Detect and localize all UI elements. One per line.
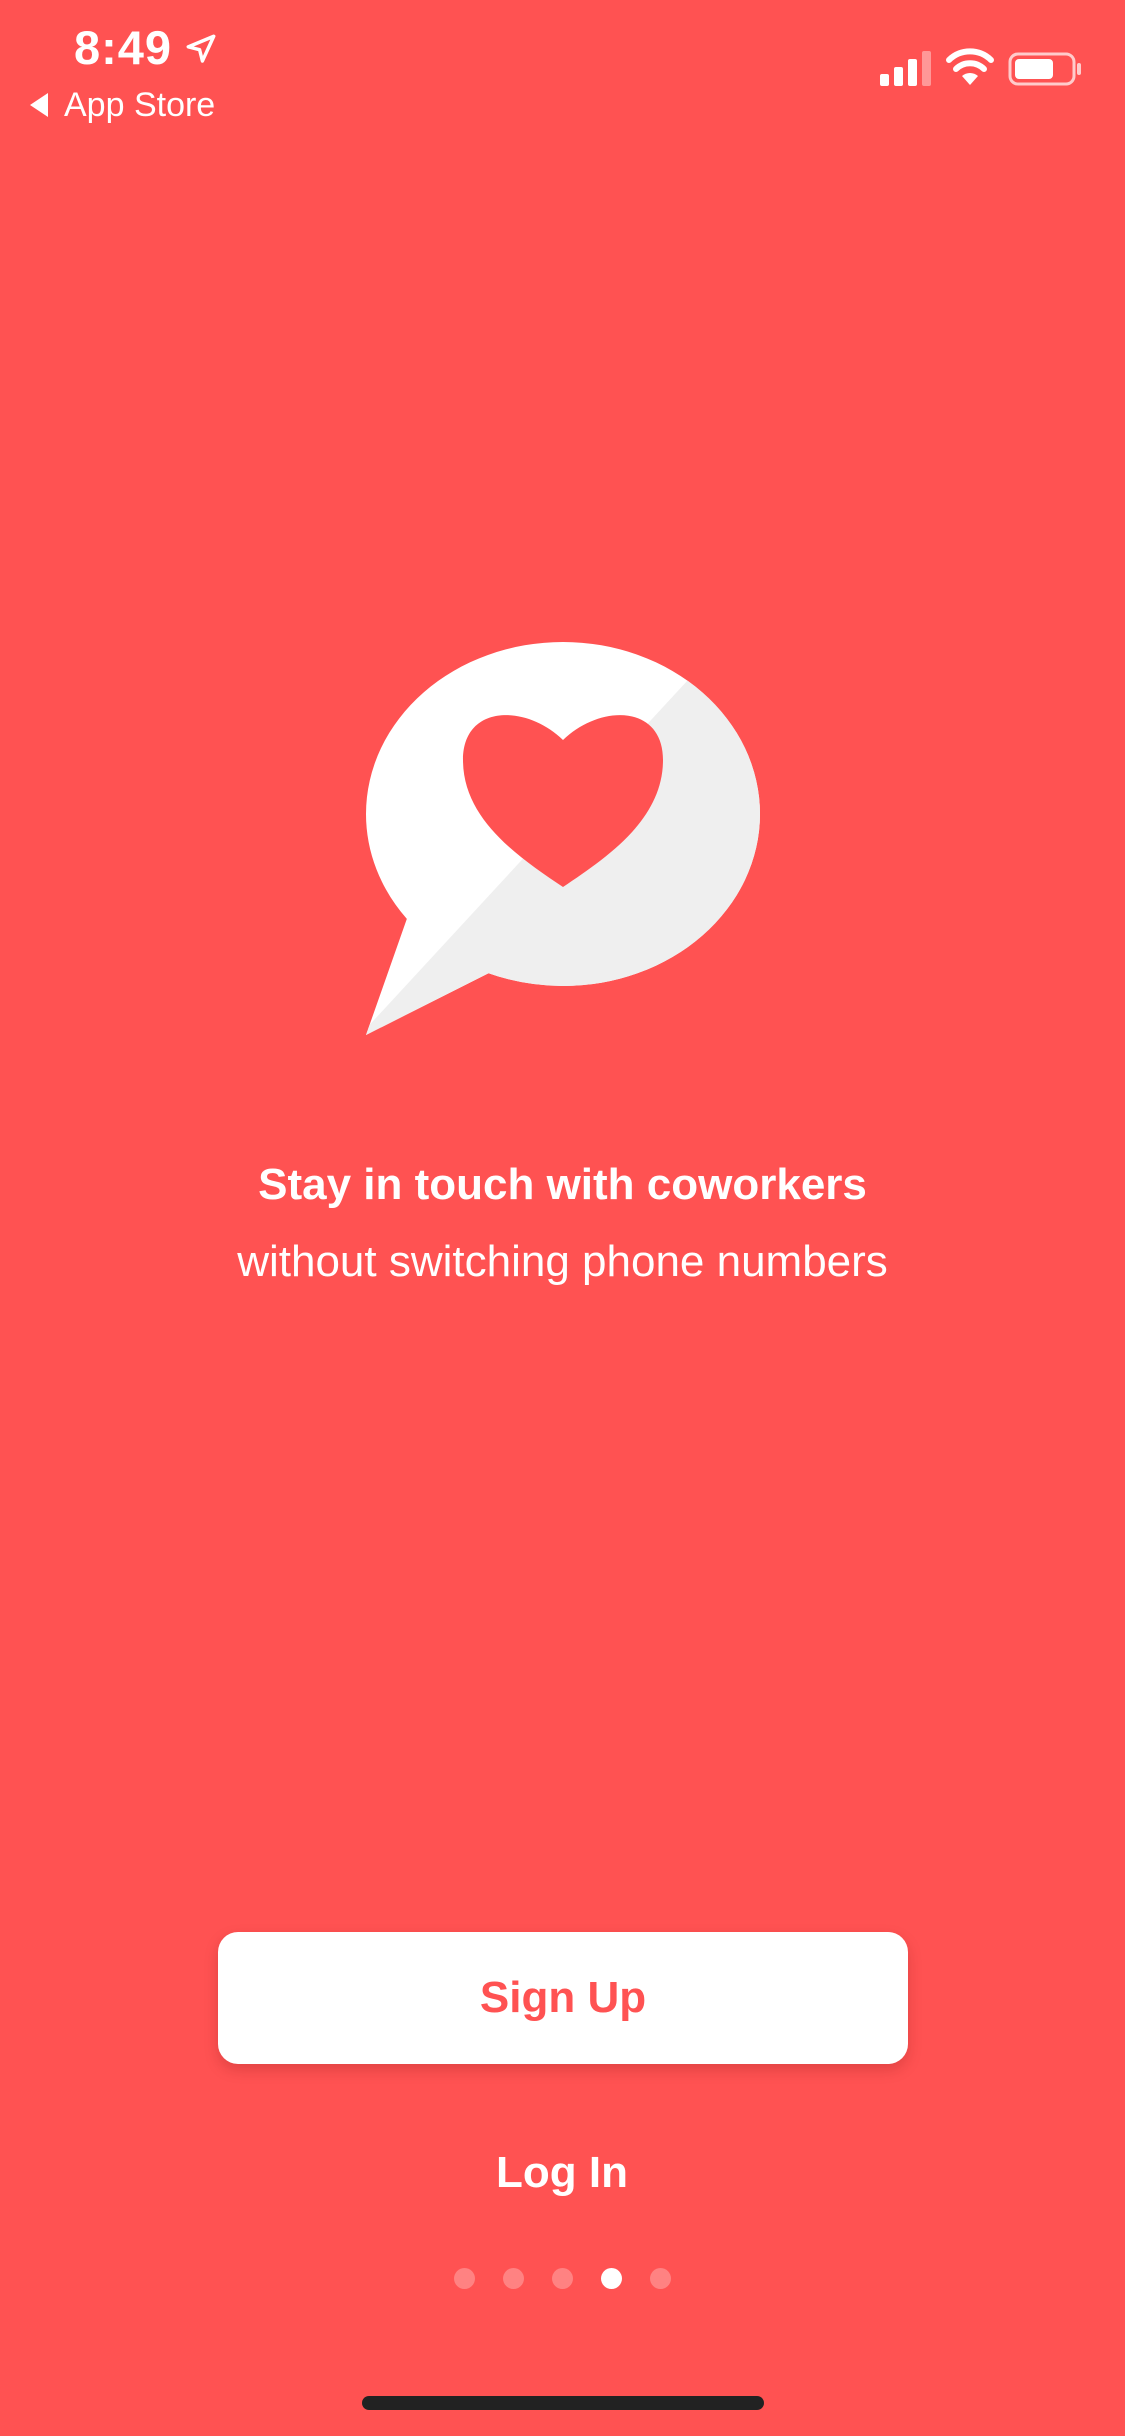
onboarding-subhead: without switching phone numbers [237,1237,888,1286]
location-arrow-icon [186,34,216,63]
log-in-button[interactable]: Log In [412,2138,712,2208]
page-dot-3[interactable] [552,2268,573,2289]
cellular-signal-icon [880,51,931,86]
page-dot-5[interactable] [650,2268,671,2289]
page-dot-1[interactable] [454,2268,475,2289]
battery-icon [1008,52,1081,86]
back-to-app-store-link[interactable]: App Store [28,80,215,130]
page-dot-4-active[interactable] [601,2268,622,2289]
status-time: 8:49 [74,21,173,74]
sign-up-button[interactable]: Sign Up [218,1932,908,2064]
onboarding-screen: 8:49 App Store Stay in touch with cowork… [0,0,1125,2436]
back-link-label: App Store [64,86,216,124]
wifi-icon [946,48,994,85]
page-indicator[interactable] [0,2268,1125,2289]
speech-bubble-heart-icon [366,642,760,1035]
back-triangle-icon [30,93,48,117]
home-indicator[interactable] [362,2396,764,2410]
page-dot-2[interactable] [503,2268,524,2289]
onboarding-headline: Stay in touch with coworkers [258,1160,867,1209]
